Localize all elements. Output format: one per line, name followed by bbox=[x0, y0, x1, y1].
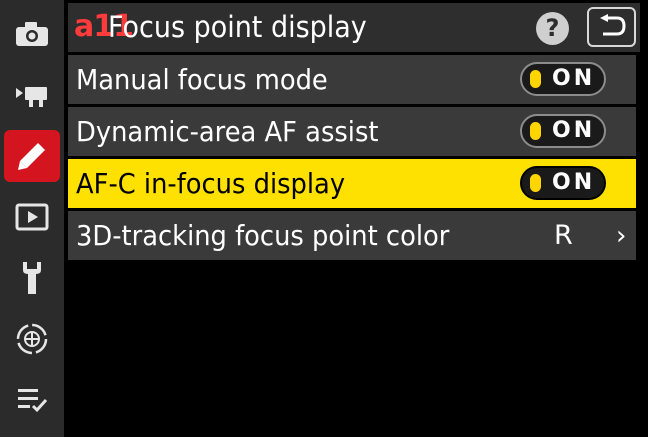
menu-header: a11 Focus point display ? bbox=[68, 3, 640, 52]
sidebar-item-playback[interactable] bbox=[4, 191, 60, 243]
my-menu-icon bbox=[18, 389, 48, 413]
toggle-indicator bbox=[530, 122, 541, 140]
menu-item-label: Dynamic-area AF assist bbox=[76, 115, 379, 148]
toggle-indicator bbox=[530, 70, 541, 88]
camera-menu-screen: a11 Focus point display ? Manual focus m… bbox=[0, 0, 648, 437]
menu-item-label: Manual focus mode bbox=[76, 63, 328, 96]
sidebar-item-video-recording[interactable] bbox=[4, 70, 60, 122]
sidebar-item-setup[interactable] bbox=[4, 252, 60, 304]
toggle-switch[interactable]: ON bbox=[520, 166, 606, 200]
back-arrow-icon bbox=[599, 14, 626, 36]
chevron-right-icon: › bbox=[616, 221, 627, 251]
toggle-state: ON bbox=[552, 66, 596, 91]
menu-item-label: 3D-tracking focus point color bbox=[76, 219, 450, 252]
pencil-icon bbox=[18, 143, 45, 170]
menu-item-3d-tracking-focus-point-color[interactable]: 3D-tracking focus point color R › bbox=[68, 211, 636, 260]
sidebar-item-my-menu[interactable] bbox=[4, 373, 60, 425]
network-icon bbox=[16, 323, 48, 355]
menu-item-label: AF-C in-focus display bbox=[76, 167, 346, 200]
page-title: Focus point display bbox=[108, 10, 367, 44]
toggle-state: ON bbox=[552, 118, 596, 143]
toggle-switch[interactable]: ON bbox=[520, 62, 606, 96]
menu-sidebar bbox=[0, 0, 64, 437]
help-button[interactable]: ? bbox=[536, 12, 569, 45]
toggle-indicator bbox=[530, 174, 541, 192]
toggle-switch[interactable]: ON bbox=[520, 114, 606, 148]
menu-item-manual-focus-mode[interactable]: Manual focus mode ON bbox=[68, 55, 636, 104]
menu-item-dynamic-area-af-assist[interactable]: Dynamic-area AF assist ON bbox=[68, 107, 636, 156]
movie-camera-icon bbox=[16, 87, 47, 107]
sidebar-item-photo-shooting[interactable] bbox=[4, 8, 60, 60]
sidebar-item-network[interactable] bbox=[4, 313, 60, 365]
toggle-state: ON bbox=[552, 170, 596, 195]
menu-item-af-c-in-focus-display[interactable]: AF-C in-focus display ON bbox=[68, 159, 636, 208]
playback-icon bbox=[15, 203, 49, 231]
camera-icon bbox=[16, 22, 48, 46]
wrench-icon bbox=[23, 262, 41, 294]
back-button[interactable] bbox=[587, 7, 636, 47]
menu-item-value: R bbox=[554, 220, 573, 251]
sidebar-item-custom-settings[interactable] bbox=[4, 130, 60, 182]
